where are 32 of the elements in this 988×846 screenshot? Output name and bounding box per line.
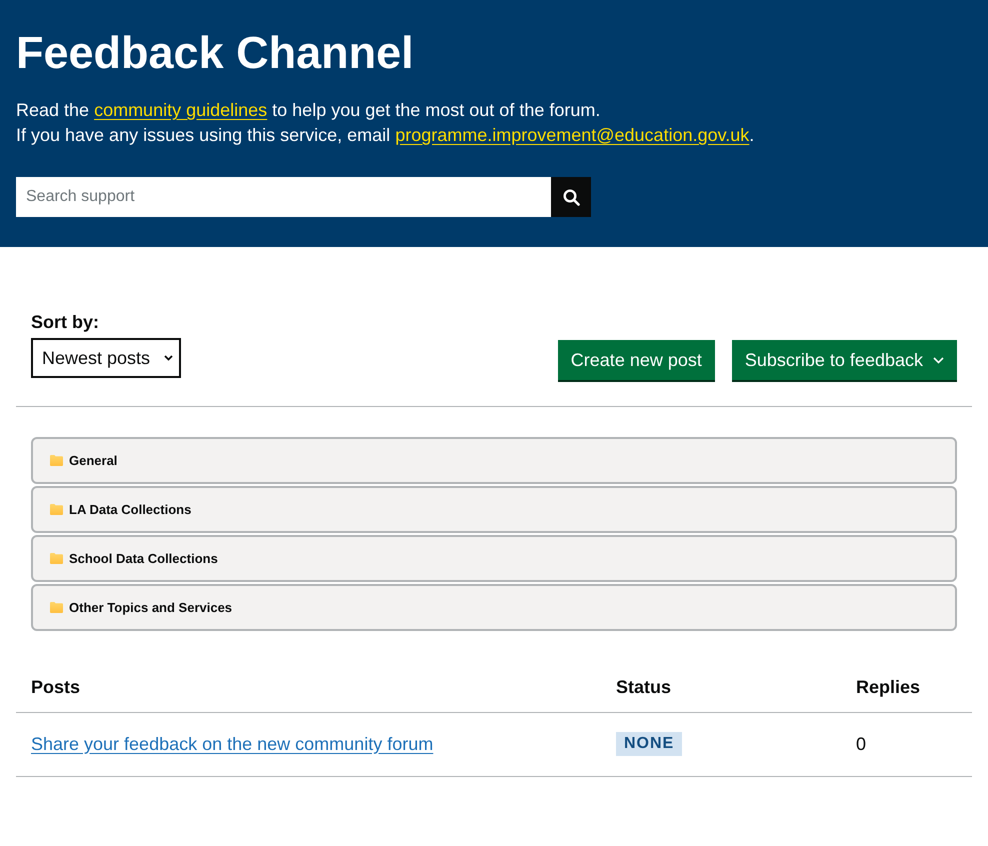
category-card[interactable]: Other Topics and Services	[31, 584, 957, 631]
folder-icon	[50, 553, 63, 564]
search-icon	[562, 188, 580, 206]
category-card[interactable]: School Data Collections	[31, 535, 957, 582]
status-tag: NONE	[616, 732, 682, 756]
category-card[interactable]: General	[31, 437, 957, 484]
column-header: Status	[616, 656, 856, 712]
column-header: Replies	[856, 656, 972, 712]
text-link[interactable]: community guidelines	[94, 100, 268, 120]
category-name: LA Data Collections	[69, 500, 192, 519]
sort-label: Sort by:	[31, 311, 100, 334]
folder-icon	[50, 504, 63, 515]
intro-text: If you have any issues using this service, email programme.improvement@education.gov.uk.	[16, 124, 754, 147]
category-name: Other Topics and Services	[69, 598, 232, 617]
chevron-down-icon	[164, 355, 173, 361]
category-name: School Data Collections	[69, 550, 218, 568]
post-link[interactable]: Share your feedback on the new community forum	[31, 734, 434, 754]
text-link[interactable]: programme.improvement@education.gov.uk	[395, 125, 750, 145]
folder-icon	[50, 455, 63, 466]
chevron-down-icon	[933, 356, 944, 364]
intro-text: Read the community guidelines to help you get the most out of the forum.	[16, 99, 600, 122]
create-post-button[interactable]: Create new post	[558, 340, 715, 380]
search-button[interactable]	[551, 177, 591, 217]
folder-icon	[50, 602, 63, 613]
reply-count: 0	[856, 734, 866, 754]
subscribe-dropdown-button[interactable]: Subscribe to feedback	[732, 340, 957, 380]
page-title: Feedback Channel	[16, 26, 414, 80]
sort-dropdown[interactable]: Newest posts	[31, 338, 181, 378]
category-card[interactable]: LA Data Collections	[31, 486, 957, 533]
column-header: Posts	[16, 656, 616, 712]
search-field[interactable]: Search support	[16, 177, 551, 217]
category-name: General	[69, 452, 118, 470]
